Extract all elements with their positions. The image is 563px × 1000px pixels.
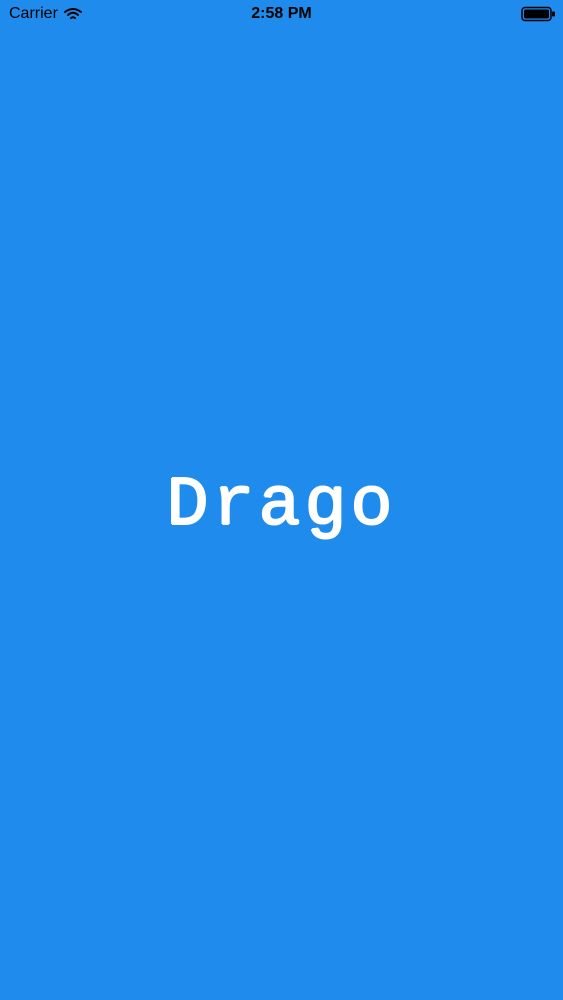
app-title: Drago bbox=[166, 467, 397, 546]
status-time: 2:58 PM bbox=[251, 5, 312, 22]
status-right bbox=[521, 6, 556, 22]
status-bar: Carrier 2:58 PM bbox=[0, 0, 563, 30]
battery-icon bbox=[521, 6, 556, 22]
